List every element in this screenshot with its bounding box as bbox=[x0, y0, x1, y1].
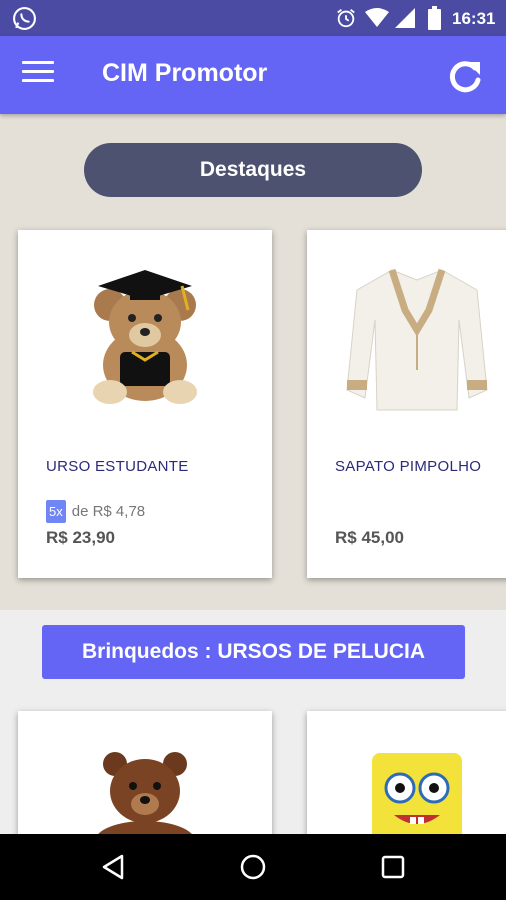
featured-section: Destaques URSO ESTUDANTE 5x de R$ 4,78 R… bbox=[0, 114, 506, 610]
category-section: Brinquedos : URSOS DE PELUCIA bbox=[0, 610, 506, 871]
product-image bbox=[307, 230, 506, 440]
white-embroidered-blouse-image bbox=[346, 268, 488, 411]
installment-text: de R$ 4,78 bbox=[71, 503, 146, 520]
app-title: CIM Promotor bbox=[102, 59, 268, 87]
product-card-urso-estudante[interactable]: URSO ESTUDANTE 5x de R$ 4,78 R$ 23,90 bbox=[18, 230, 272, 578]
wifi-icon bbox=[365, 8, 389, 27]
product-image bbox=[18, 230, 272, 440]
product-name: URSO ESTUDANTE bbox=[46, 458, 189, 475]
battery-icon bbox=[428, 6, 441, 30]
app-bar: CIM Promotor bbox=[0, 36, 506, 114]
installment-badge: 5x bbox=[46, 500, 66, 523]
product-price: R$ 23,90 bbox=[46, 528, 115, 547]
product-price: R$ 45,00 bbox=[335, 528, 404, 547]
featured-heading[interactable]: Destaques bbox=[84, 143, 422, 197]
recents-icon[interactable] bbox=[378, 852, 408, 882]
brown-teddy-bear-image bbox=[96, 752, 194, 836]
category-heading-button[interactable]: Brinquedos : URSOS DE PELUCIA bbox=[42, 625, 465, 679]
back-icon[interactable] bbox=[98, 852, 128, 882]
alarm-icon bbox=[337, 9, 355, 28]
status-clock: 16:31 bbox=[452, 9, 496, 28]
product-name: SAPATO PIMPOLHO bbox=[335, 458, 482, 475]
status-bar: 16:31 bbox=[0, 0, 506, 36]
product-card-sapato-pimpolho[interactable]: SAPATO PIMPOLHO R$ 45,00 bbox=[307, 230, 506, 578]
signal-icon bbox=[395, 8, 415, 28]
home-icon[interactable] bbox=[238, 852, 268, 882]
whatsapp-icon bbox=[13, 7, 36, 30]
menu-icon[interactable] bbox=[22, 61, 54, 89]
installment-info: 5x de R$ 4,78 bbox=[46, 500, 145, 523]
refresh-icon[interactable] bbox=[445, 56, 485, 96]
navigation-bar bbox=[0, 834, 506, 900]
spongebob-plush-image bbox=[372, 753, 462, 843]
graduation-teddy-bear-image bbox=[93, 270, 197, 404]
